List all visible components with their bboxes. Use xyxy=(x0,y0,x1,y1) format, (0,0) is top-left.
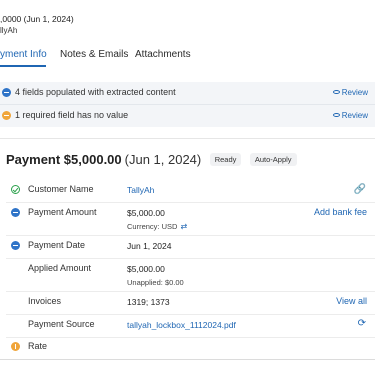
status-badge-ready: Ready xyxy=(209,153,242,166)
payment-header: Payment $5,000.00 (Jun 1, 2024) Ready Aut… xyxy=(6,151,297,167)
extracted-dot-icon xyxy=(11,241,20,250)
divider xyxy=(6,258,375,259)
alert-text: 1 required field has no value xyxy=(15,110,129,120)
eye-icon xyxy=(332,113,340,117)
field-invoices: Invoices 1319; 1373 View all xyxy=(6,293,375,315)
unapplied-info: Unapplied: $0.00 xyxy=(127,278,184,287)
field-rate: Rate xyxy=(6,338,375,358)
check-circle-icon xyxy=(11,185,20,194)
field-label: Payment Date xyxy=(28,240,86,250)
payment-date-heading: (Jun 1, 2024) xyxy=(124,152,202,167)
warning-dot-icon xyxy=(2,111,11,120)
source-file-link[interactable]: tallyah_lockbox_1112024.pdf xyxy=(127,320,236,330)
status-badge-auto-apply: Auto-Apply xyxy=(249,153,297,166)
customer-link[interactable]: TallyAh xyxy=(127,185,154,195)
review-link[interactable]: Review xyxy=(332,88,368,97)
field-payment-amount: Payment Amount $5,000.00 Currency: USD ⇄ … xyxy=(6,204,375,236)
view-all-button[interactable]: View all xyxy=(336,296,367,306)
tab-bar: yment Info Notes & Emails Attachments xyxy=(0,46,375,68)
tab-attachments[interactable]: Attachments xyxy=(135,49,191,60)
field-label: Payment Amount xyxy=(28,207,97,217)
alert-text: 4 fields populated with extracted conten… xyxy=(15,87,176,97)
field-label: Payment Source xyxy=(28,319,95,329)
field-value: 1319; 1373 xyxy=(127,297,170,307)
payment-title: Payment $5,000.00 xyxy=(6,152,122,167)
link-icon[interactable]: 🔗 xyxy=(354,184,366,195)
review-link[interactable]: Review xyxy=(332,111,368,120)
currency-info: Currency: USD ⇄ xyxy=(127,222,188,231)
field-payment-date: Payment Date Jun 1, 2024 xyxy=(6,237,375,259)
field-customer-name: Customer Name TallyAh 🔗 xyxy=(6,181,375,203)
field-payment-source: Payment Source tallyah_lockbox_1112024.p… xyxy=(6,316,375,338)
active-tab-indicator xyxy=(0,65,46,67)
tab-notes-emails[interactable]: Notes & Emails xyxy=(60,49,128,60)
refresh-icon[interactable]: ⟳ xyxy=(358,318,366,329)
subtitle-customer: llyAh xyxy=(0,26,18,35)
payment-card: Payment $5,000.00 (Jun 1, 2024) Ready Aut… xyxy=(0,138,375,360)
extracted-dot-icon xyxy=(11,208,20,217)
field-label: Applied Amount xyxy=(28,263,92,273)
field-value[interactable]: Jun 1, 2024 xyxy=(127,241,171,251)
divider xyxy=(6,235,375,236)
field-value: $5,000.00 xyxy=(127,264,165,274)
field-value[interactable]: $5,000.00 xyxy=(127,208,165,218)
field-label: Invoices xyxy=(28,296,62,306)
record-subtitle: ,0000 (Jun 1, 2024) llyAh xyxy=(0,13,74,37)
warning-dot-icon xyxy=(11,342,20,351)
divider xyxy=(6,314,375,315)
divider xyxy=(6,202,375,203)
shuffle-icon[interactable]: ⇄ xyxy=(180,222,187,231)
extraction-alerts: 4 fields populated with extracted conten… xyxy=(0,82,375,127)
eye-icon xyxy=(332,90,340,94)
field-label: Rate xyxy=(28,341,48,351)
add-bank-fee-button[interactable]: Add bank fee xyxy=(314,207,367,217)
alert-extracted-fields: 4 fields populated with extracted conten… xyxy=(0,82,375,104)
subtitle-amount-date: ,0000 (Jun 1, 2024) xyxy=(0,14,74,24)
divider xyxy=(6,291,375,292)
field-label: Customer Name xyxy=(28,184,94,194)
tab-payment-info[interactable]: yment Info xyxy=(0,49,47,60)
alert-missing-field: 1 required field has no value Review xyxy=(0,104,375,126)
info-dot-icon xyxy=(2,88,11,97)
field-applied-amount: Applied Amount $5,000.00 Unapplied: $0.0… xyxy=(6,260,375,292)
